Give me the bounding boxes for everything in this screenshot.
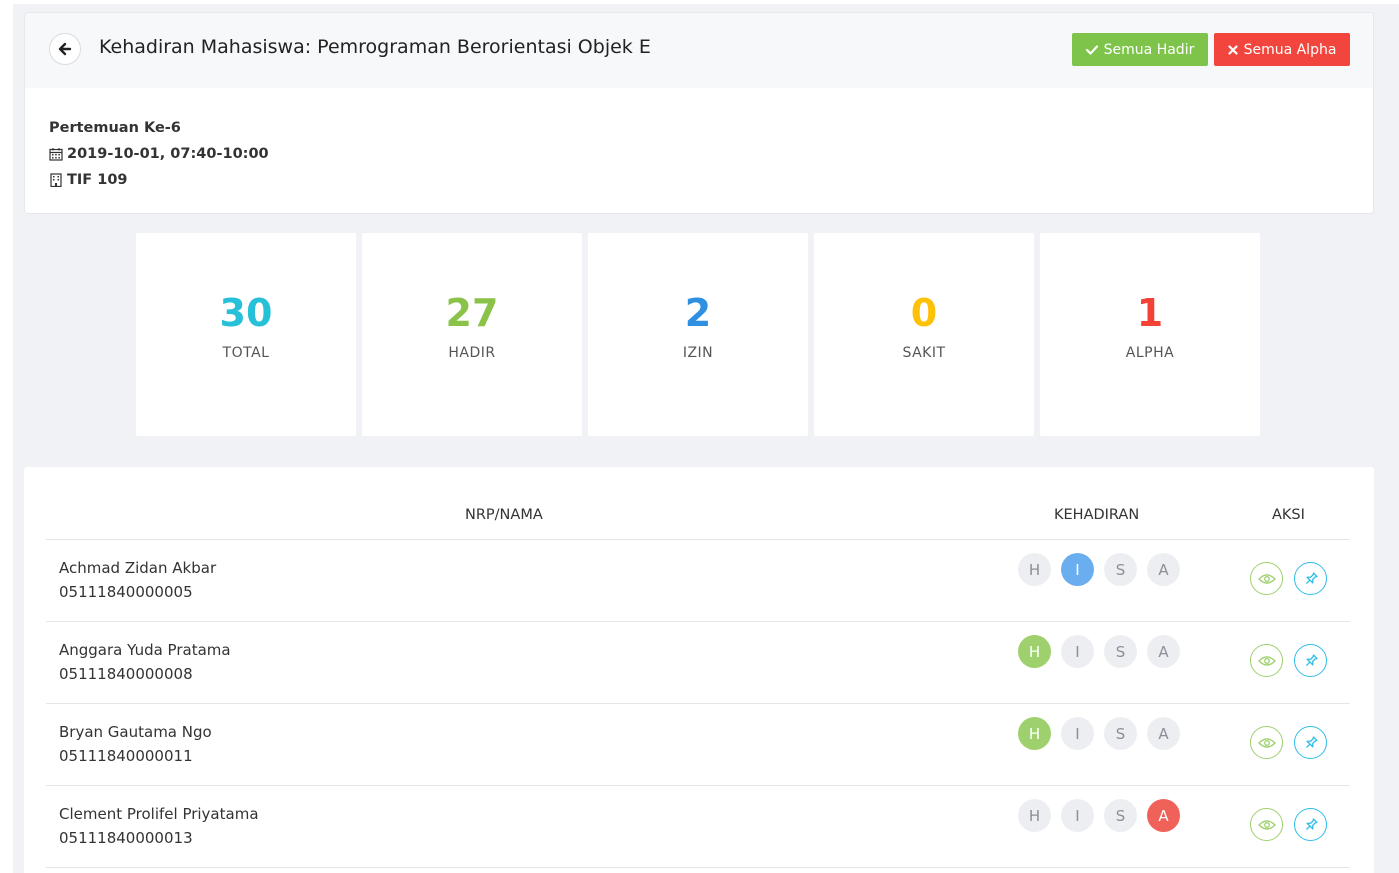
attendance-option-i[interactable]: I <box>1061 553 1094 586</box>
meeting-label-row: Pertemuan Ke-6 <box>49 115 269 141</box>
left-strip <box>0 0 13 873</box>
arrow-left-icon <box>58 42 72 56</box>
table-row: Bryan Gautama Ngo 05111840000011 H I S A <box>46 704 1350 786</box>
attendance-option-a[interactable]: A <box>1147 635 1180 668</box>
attendance-option-h[interactable]: H <box>1018 553 1051 586</box>
meeting-header-card: Kehadiran Mahasiswa: Pemrograman Berorie… <box>24 12 1374 214</box>
meeting-info: Pertemuan Ke-6 2019-10-01, 07:40-10:00 T… <box>49 115 269 193</box>
attendance-option-i[interactable]: I <box>1061 717 1094 750</box>
pin-button[interactable] <box>1294 644 1327 677</box>
all-present-button[interactable]: Semua Hadir <box>1072 33 1208 66</box>
stat-card-total: 30 TOTAL <box>136 233 356 436</box>
top-strip <box>0 0 1399 4</box>
meeting-datetime: 2019-10-01, 07:40-10:00 <box>67 146 269 162</box>
pin-icon <box>1305 735 1318 748</box>
pin-button[interactable] <box>1294 808 1327 841</box>
header-bar: Kehadiran Mahasiswa: Pemrograman Berorie… <box>25 13 1373 88</box>
student-nrp: 05111840000013 <box>59 829 193 847</box>
meeting-room: TIF 109 <box>67 172 128 188</box>
attendance-option-h[interactable]: H <box>1018 635 1051 668</box>
page-title: Kehadiran Mahasiswa: Pemrograman Berorie… <box>99 36 651 58</box>
stat-value-sakit: 0 <box>910 291 938 335</box>
eye-icon <box>1257 819 1276 830</box>
pin-icon <box>1305 817 1318 830</box>
attendance-table: NRP/NAMA KEHADIRAN AKSI Achmad Zidan Akb… <box>24 467 1374 873</box>
eye-icon <box>1257 573 1276 584</box>
building-icon <box>50 173 62 187</box>
attendance-option-i[interactable]: I <box>1061 635 1094 668</box>
pin-button[interactable] <box>1294 726 1327 759</box>
attendance-option-s[interactable]: S <box>1104 717 1137 750</box>
attendance-option-h[interactable]: H <box>1018 717 1051 750</box>
student-name: Achmad Zidan Akbar <box>59 559 217 577</box>
stat-value-izin: 2 <box>684 291 712 335</box>
attendance-option-s[interactable]: S <box>1104 635 1137 668</box>
stat-card-sakit: 0 SAKIT <box>814 233 1034 436</box>
attendance-option-a[interactable]: A <box>1147 553 1180 586</box>
student-name: Bryan Gautama Ngo <box>59 723 212 741</box>
student-nrp: 05111840000011 <box>59 747 193 765</box>
stat-label-sakit: SAKIT <box>902 345 946 361</box>
view-button[interactable] <box>1250 644 1283 677</box>
stat-card-alpha: 1 ALPHA <box>1040 233 1260 436</box>
student-name: Clement Prolifel Priyatama <box>59 805 259 823</box>
attendance-option-a[interactable]: A <box>1147 799 1180 832</box>
attendance-option-s[interactable]: S <box>1104 799 1137 832</box>
check-icon <box>1085 44 1098 55</box>
meeting-label: Pertemuan Ke-6 <box>49 120 181 136</box>
all-absent-label: Semua Alpha <box>1243 41 1337 58</box>
student-name: Anggara Yuda Pratama <box>59 641 231 659</box>
pin-icon <box>1305 571 1318 584</box>
attendance-option-s[interactable]: S <box>1104 553 1137 586</box>
stat-value-total: 30 <box>219 291 273 335</box>
pin-button[interactable] <box>1294 562 1327 595</box>
student-nrp: 05111840000008 <box>59 665 193 683</box>
view-button[interactable] <box>1250 726 1283 759</box>
attendance-option-h[interactable]: H <box>1018 799 1051 832</box>
attendance-option-i[interactable]: I <box>1061 799 1094 832</box>
table-row: Achmad Zidan Akbar 05111840000005 H I S … <box>46 540 1350 622</box>
view-button[interactable] <box>1250 562 1283 595</box>
pin-icon <box>1305 653 1318 666</box>
eye-icon <box>1257 655 1276 666</box>
stat-card-hadir: 27 HADIR <box>362 233 582 436</box>
back-button[interactable] <box>49 33 81 65</box>
stat-label-hadir: HADIR <box>448 345 496 361</box>
all-absent-button[interactable]: Semua Alpha <box>1214 33 1350 66</box>
stat-value-hadir: 27 <box>445 291 499 335</box>
stat-card-izin: 2 IZIN <box>588 233 808 436</box>
column-header-action: AKSI <box>1272 507 1305 523</box>
column-header-name: NRP/NAMA <box>465 507 543 523</box>
calendar-icon <box>49 148 63 161</box>
stat-label-total: TOTAL <box>222 345 270 361</box>
view-button[interactable] <box>1250 808 1283 841</box>
column-header-attendance: KEHADIRAN <box>1054 507 1140 523</box>
cross-icon <box>1227 44 1238 55</box>
meeting-room-row: TIF 109 <box>49 167 269 193</box>
stat-value-alpha: 1 <box>1136 291 1164 335</box>
meeting-datetime-row: 2019-10-01, 07:40-10:00 <box>49 141 269 167</box>
student-nrp: 05111840000005 <box>59 583 193 601</box>
stat-label-alpha: ALPHA <box>1125 345 1175 361</box>
eye-icon <box>1257 737 1276 748</box>
all-present-label: Semua Hadir <box>1103 41 1195 58</box>
table-row: Anggara Yuda Pratama 05111840000008 H I … <box>46 622 1350 704</box>
attendance-option-a[interactable]: A <box>1147 717 1180 750</box>
table-row: Clement Prolifel Priyatama 0511184000001… <box>46 786 1350 868</box>
stat-label-izin: IZIN <box>682 345 714 361</box>
